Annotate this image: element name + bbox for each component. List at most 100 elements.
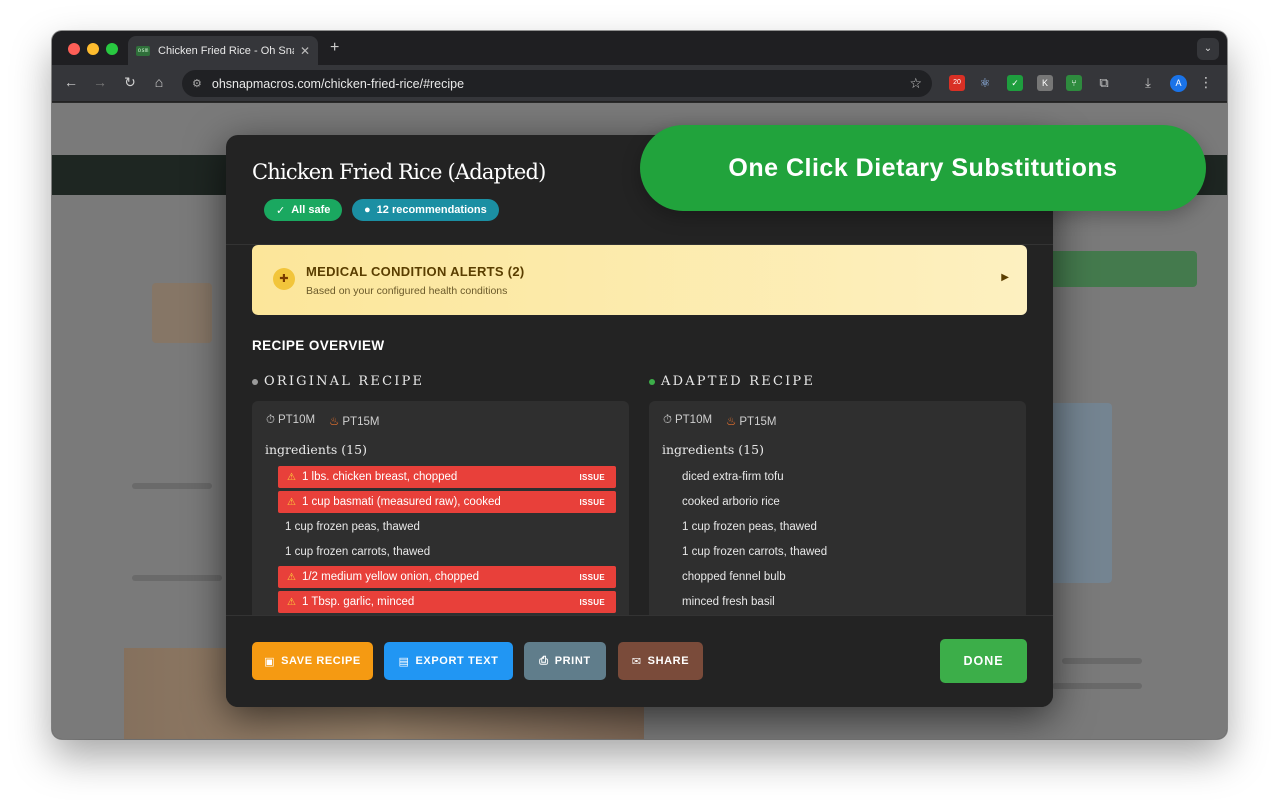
recommendations-label: 12 recommendations [376,204,487,216]
profile-avatar[interactable]: A [1170,75,1187,92]
url-text[interactable]: ohsnapmacros.com/chicken-fried-rice/#rec… [212,77,910,91]
alert-title: MEDICAL CONDITION ALERTS (2) [306,264,525,279]
browser-toolbar: ← → ↻ ⌂ ⚙ ohsnapmacros.com/chicken-fried… [52,65,1227,102]
chevron-down-icon[interactable]: ⌄ [1197,38,1219,60]
address-bar[interactable]: ⚙ ohsnapmacros.com/chicken-fried-rice/#r… [182,70,932,97]
site-favicon-icon: osm [136,45,150,56]
ingredient-text: cooked arborio rice [682,496,780,508]
tab-title: Chicken Fried Rice - Oh Snap [158,44,294,57]
prep-time: ⏱ PT10M [266,414,315,428]
close-window-button[interactable] [68,43,80,55]
all-safe-badge[interactable]: ✓ All safe [264,199,343,221]
fire-icon: ♨ [726,416,737,428]
tab-strip: osm Chicken Fried Rice - Oh Snap ✕ + ⌄ [52,31,1227,65]
bookmark-star-icon[interactable]: ☆ [909,75,922,92]
expand-arrow-icon[interactable]: ▶ [1001,272,1009,283]
modal-title: Chicken Fried Rice (Adapted) [252,160,546,184]
floppy-disk-icon: ▣ [264,655,276,668]
ingredient-text: 1 Tbsp. garlic, minced [301,596,415,608]
issue-badge: ISSUE [579,597,605,607]
original-recipe-panel[interactable]: ⏱ PT10M ♨ PT15M ingredients (15) ⚠ 1 lbs. c… [252,401,629,641]
adapted-ingredient-row[interactable]: diced extra-firm tofu [675,466,1013,488]
browser-tab-active[interactable]: osm Chicken Fried Rice - Oh Snap ✕ [128,36,318,65]
original-ingredient-list: ⚠ 1 lbs. chicken breast, chopped ISSUE ⚠ 1 c… [278,466,616,616]
ingredient-text: diced extra-firm tofu [682,471,784,483]
recipe-adapter-modal: Chicken Fried Rice (Adapted) ✓ All safe … [226,135,1053,707]
adapted-recipe-panel[interactable]: ⏱ PT10M ♨ PT15M ingredients (15) diced ext… [649,401,1026,641]
print-button[interactable]: ⎙ PRINT [524,642,606,680]
lightbulb-icon: ● [364,204,371,216]
stopwatch-icon: ⏱ [266,414,275,426]
more-menu-icon[interactable]: ⋮ [1199,74,1213,91]
tab-close-icon[interactable]: ✕ [300,44,310,58]
ingredient-row[interactable]: 1 cup frozen carrots, thawed [278,541,616,563]
cook-time-value: PT15M [342,416,380,428]
site-thumbnail [152,283,212,343]
fork-extension-icon[interactable]: ⑂ [1066,75,1082,91]
warning-icon: ⚠ [287,471,296,483]
warning-icon: ⚠ [287,496,296,508]
react-devtools-icon[interactable]: ⚛ [977,75,993,91]
fire-icon: ♨ [329,416,340,428]
ingredient-text: 1 cup frozen peas, thawed [285,521,420,533]
cook-time-value: PT15M [739,416,777,428]
k-extension-icon[interactable]: K [1037,75,1053,91]
site-text-line [132,483,212,489]
print-label: PRINT [554,655,591,667]
adapted-ingredient-row[interactable]: chopped fennel bulb [675,566,1013,588]
save-recipe-label: SAVE RECIPE [281,655,361,667]
reload-icon[interactable]: ↻ [121,74,139,91]
warning-icon: ⚠ [287,571,296,583]
ingredient-issue-row[interactable]: ⚠ 1 Tbsp. garlic, minced ISSUE [278,591,616,613]
share-icon: ✉ [631,655,642,668]
puzzle-extensions-icon[interactable]: ⧉ [1096,75,1112,91]
ingredient-text: 1/2 medium yellow onion, chopped [301,571,480,583]
cook-time: ♨ PT15M [329,414,379,428]
adapted-ingredient-list: diced extra-firm tofu cooked arborio rice… [675,466,1013,616]
green-dot-icon [649,378,655,385]
site-text-line [1052,683,1142,689]
ingredient-issue-row[interactable]: ⚠ 1/2 medium yellow onion, chopped ISSUE [278,566,616,588]
download-icon[interactable]: ⤓ [1140,75,1156,91]
ingredient-text: minced fresh basil [682,596,775,608]
original-recipe-heading: ORIGINAL RECIPE [252,374,424,389]
modal-footer: ▣ SAVE RECIPE ▤ EXPORT TEXT ⎙ PRINT ✉ SH… [226,615,1053,707]
issue-badge: ISSUE [579,572,605,582]
maximize-window-button[interactable] [106,43,118,55]
forward-arrow-icon[interactable]: → [91,74,109,90]
cook-time: ♨ PT15M [726,414,776,428]
save-recipe-button[interactable]: ▣ SAVE RECIPE [252,642,373,680]
minimize-window-button[interactable] [87,43,99,55]
prep-time-value: PT10M [277,414,316,426]
adapted-ingredient-row[interactable]: minced fresh basil [675,591,1013,613]
extension-badge-icon[interactable]: 20 [949,75,965,91]
ingredient-text: 1 cup frozen carrots, thawed [682,546,828,558]
all-safe-label: All safe [291,204,331,216]
ingredients-count: ingredients (15) [265,442,367,457]
ingredient-row[interactable]: 1 cup frozen peas, thawed [278,516,616,538]
share-label: SHARE [647,655,690,667]
adapted-ingredient-row[interactable]: cooked arborio rice [675,491,1013,513]
new-tab-icon[interactable]: + [330,39,339,57]
ingredients-count: ingredients (15) [662,442,764,457]
recommendations-badge[interactable]: ● 12 recommendations [352,199,499,221]
issue-badge: ISSUE [579,497,605,507]
adapted-ingredient-row[interactable]: 1 cup frozen carrots, thawed [675,541,1013,563]
medical-alerts-panel[interactable]: ✚ MEDICAL CONDITION ALERTS (2) Based on … [252,245,1027,315]
document-icon: ▤ [398,655,410,668]
back-arrow-icon[interactable]: ← [62,74,80,90]
checkmark-extension-icon[interactable]: ✓ [1007,75,1023,91]
alert-subtitle: Based on your configured health conditio… [306,285,508,297]
site-settings-icon[interactable]: ⚙ [192,77,202,90]
share-button[interactable]: ✉ SHARE [618,642,703,680]
export-text-button[interactable]: ▤ EXPORT TEXT [384,642,513,680]
prep-time: ⏱ PT10M [663,414,712,428]
ingredient-issue-row[interactable]: ⚠ 1 cup basmati (measured raw), cooked ISS… [278,491,616,513]
done-button[interactable]: DONE [940,639,1027,683]
recipe-overview-title: RECIPE OVERVIEW [252,338,385,353]
home-icon[interactable]: ⌂ [150,74,168,90]
adapted-ingredient-row[interactable]: 1 cup frozen peas, thawed [675,516,1013,538]
ingredient-issue-row[interactable]: ⚠ 1 lbs. chicken breast, chopped ISSUE [278,466,616,488]
site-text-line [132,575,222,581]
prep-time-value: PT10M [674,414,713,426]
